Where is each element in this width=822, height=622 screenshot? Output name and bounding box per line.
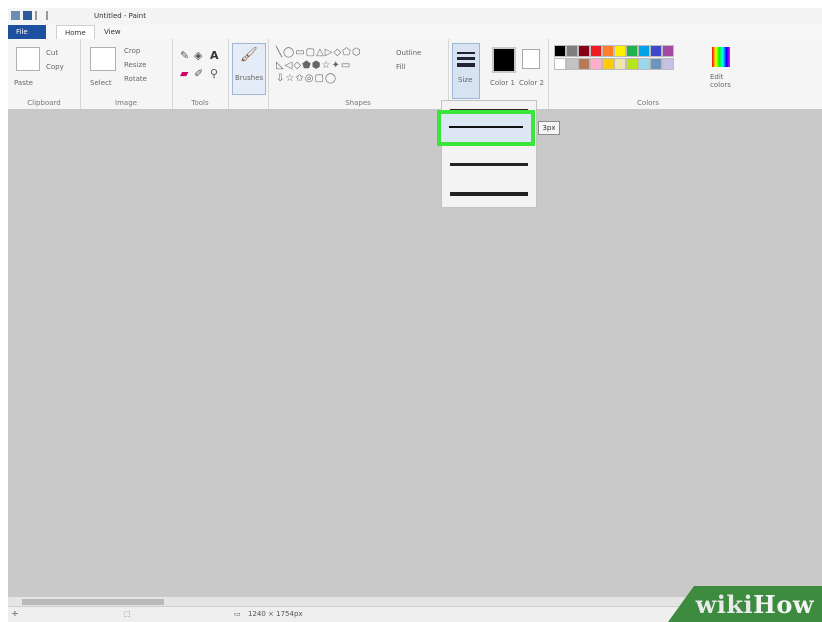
shapes-group-label: Shapes [345, 99, 371, 107]
save-icon[interactable] [23, 11, 32, 20]
shapes-group: ╲◯▭▢△▷◇⬠⬡ ◺◁◇⬟⬢☆✦▭ ⇩☆✩◎▢◯ Outline Fill S… [268, 39, 449, 109]
palette-swatch[interactable] [554, 58, 566, 70]
rotate-button[interactable]: Rotate [124, 75, 147, 83]
size-button[interactable]: Size [452, 43, 480, 99]
wikihow-watermark: wikiHow [696, 590, 814, 619]
palette-swatch[interactable] [626, 58, 638, 70]
window-title: Untitled - Paint [94, 12, 146, 20]
palette-swatch[interactable] [578, 58, 590, 70]
palette-swatch[interactable] [662, 58, 674, 70]
image-dimensions: 1240 × 1754px [248, 610, 303, 618]
shapes-gallery[interactable]: ╲◯▭▢△▷◇⬠⬡ [276, 47, 362, 58]
cursor-position-icon: ✛ [12, 610, 18, 618]
size-option-2-highlighted[interactable] [437, 110, 535, 146]
shapes-gallery-row2[interactable]: ◺◁◇⬟⬢☆✦▭ [276, 60, 351, 71]
eraser-icon[interactable]: ▰ [180, 67, 188, 80]
cut-button[interactable]: Cut [46, 49, 58, 57]
undo-icon[interactable] [35, 11, 43, 20]
palette-swatch[interactable] [662, 45, 674, 57]
magnifier-icon[interactable]: ⚲ [210, 67, 218, 80]
clipboard-group-label: Clipboard [27, 99, 61, 107]
palette-swatch[interactable] [590, 58, 602, 70]
image-group-label: Image [115, 99, 137, 107]
palette-swatch[interactable] [602, 45, 614, 57]
size-option-2-line [449, 126, 523, 128]
color-palette[interactable] [554, 45, 674, 70]
ribbon: Paste Cut Copy Clipboard Select Crop Res… [8, 39, 822, 110]
colors-group: Edit colors Colors [548, 39, 748, 109]
watermark-how: How [753, 590, 814, 619]
palette-swatch[interactable] [638, 58, 650, 70]
paint-app-icon [11, 11, 20, 20]
palette-swatch[interactable] [566, 45, 578, 57]
pencil-icon[interactable]: ✎ [180, 49, 189, 62]
quick-access-toolbar [11, 11, 54, 20]
tab-file[interactable]: File [8, 25, 46, 39]
palette-swatch[interactable] [650, 45, 662, 57]
resize-button[interactable]: Resize [124, 61, 146, 69]
fill-button[interactable]: Fill [396, 63, 405, 71]
paint-window: Untitled - Paint File Home View Paste Cu… [8, 8, 822, 622]
size-group: Size [448, 39, 484, 109]
size-tooltip: 3px [538, 121, 560, 135]
size-option-4[interactable] [450, 192, 528, 196]
image-size-icon: ▭ [234, 610, 241, 618]
color2-label: Color 2 [519, 79, 544, 87]
palette-swatch[interactable] [626, 45, 638, 57]
palette-swatch[interactable] [650, 58, 662, 70]
outline-button[interactable]: Outline [396, 49, 421, 57]
redo-icon[interactable] [46, 11, 54, 20]
selection-size-icon: ⬚ [124, 610, 131, 618]
tools-group-label: Tools [191, 99, 209, 107]
select-label[interactable]: Select [90, 79, 112, 87]
palette-swatch[interactable] [614, 45, 626, 57]
color2-swatch[interactable] [522, 49, 540, 69]
ribbon-tabs: File Home View [8, 25, 822, 40]
size-line-icon [457, 52, 475, 54]
crop-button[interactable]: Crop [124, 47, 140, 55]
paste-label[interactable]: Paste [14, 79, 33, 87]
title-bar: Untitled - Paint [8, 8, 822, 25]
edit-colors-label[interactable]: Edit colors [710, 73, 736, 89]
size-option-3[interactable] [450, 163, 528, 166]
edit-colors-icon[interactable] [712, 47, 730, 67]
size-label: Size [458, 76, 473, 84]
canvas-area[interactable] [8, 110, 822, 597]
color-picker-icon[interactable]: ✐ [194, 67, 203, 80]
brushes-label: Brushes [235, 74, 264, 82]
palette-swatch[interactable] [590, 45, 602, 57]
select-icon[interactable] [90, 47, 116, 71]
brush-icon: 🖌 [240, 47, 258, 63]
size-line-icon-3 [457, 63, 475, 67]
colors-group-label: Colors [637, 99, 659, 107]
tab-home[interactable]: Home [56, 25, 95, 39]
color-select-group: Color 1 Color 2 [484, 39, 549, 109]
palette-swatch[interactable] [638, 45, 650, 57]
size-line-icon-2 [457, 57, 475, 60]
brushes-button[interactable]: 🖌 Brushes [232, 43, 266, 95]
clipboard-group: Paste Cut Copy Clipboard [8, 39, 81, 109]
image-group: Select Crop Resize Rotate Image [80, 39, 173, 109]
palette-swatch[interactable] [566, 58, 578, 70]
color1-label: Color 1 [490, 79, 515, 87]
tools-group: ✎ ◈ A ▰ ✐ ⚲ Tools [172, 39, 229, 109]
text-icon[interactable]: A [210, 49, 219, 62]
tab-view[interactable]: View [96, 25, 129, 39]
palette-swatch[interactable] [554, 45, 566, 57]
color1-swatch[interactable] [492, 47, 516, 73]
watermark-wiki: wiki [695, 590, 754, 619]
shapes-gallery-row3[interactable]: ⇩☆✩◎▢◯ [276, 73, 337, 84]
brushes-group: 🖌 Brushes [228, 39, 269, 109]
scrollbar-thumb[interactable] [22, 599, 164, 605]
palette-swatch[interactable] [614, 58, 626, 70]
palette-swatch[interactable] [578, 45, 590, 57]
palette-swatch[interactable] [602, 58, 614, 70]
paste-icon[interactable] [16, 47, 40, 71]
fill-icon[interactable]: ◈ [194, 49, 202, 62]
copy-button[interactable]: Copy [46, 63, 64, 71]
